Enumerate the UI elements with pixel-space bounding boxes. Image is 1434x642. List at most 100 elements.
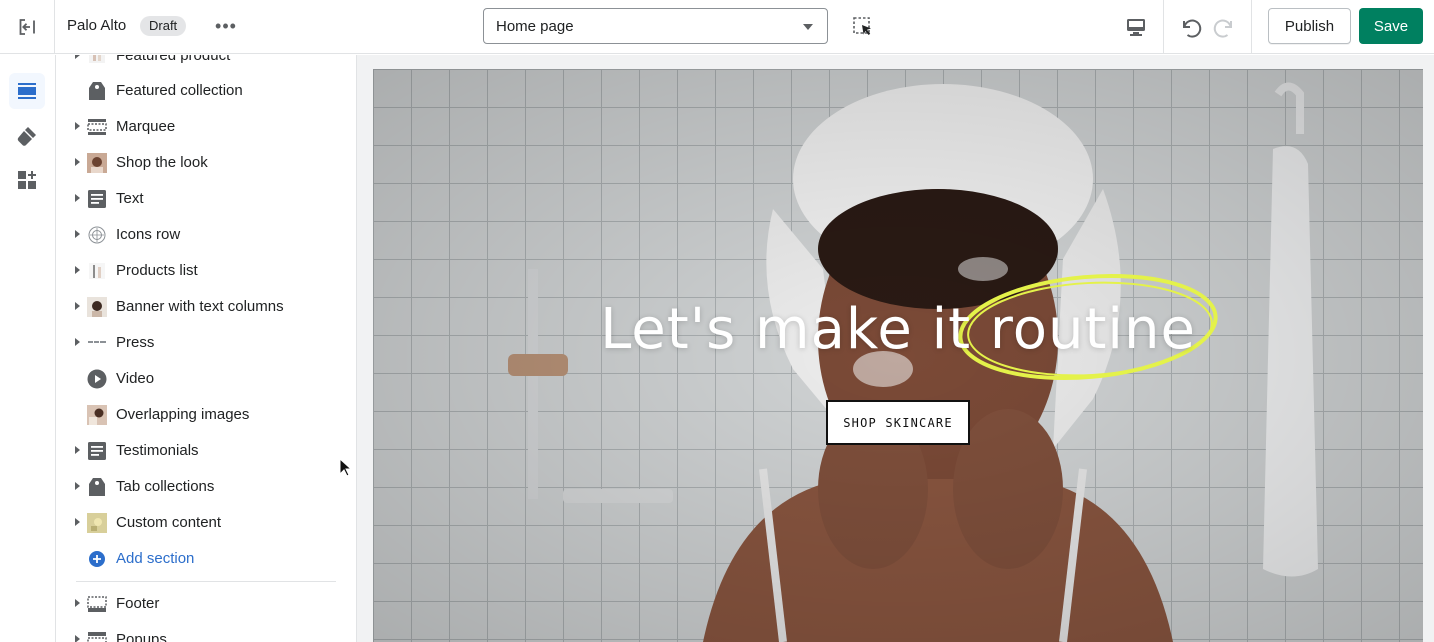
more-icon: ••• <box>215 15 237 36</box>
collection-tag-icon <box>89 82 105 100</box>
section-label: Featured collection <box>116 82 243 99</box>
section-label: Text <box>116 190 144 207</box>
page-selector-value: Home page <box>496 18 574 35</box>
toolbar-divider <box>1163 0 1164 54</box>
custom-content-thumbnail-icon <box>87 513 107 533</box>
inspector-button[interactable] <box>849 13 877 41</box>
expand-arrow-icon[interactable] <box>75 482 80 490</box>
section-label: Shop the look <box>116 154 208 171</box>
status-badge: Draft <box>140 16 187 36</box>
storefront-preview[interactable]: Let's make it routine SHOP SKINCARE <box>373 69 1423 642</box>
section-products-list[interactable]: Products list <box>56 253 356 289</box>
section-label: Marquee <box>116 118 176 135</box>
expand-arrow-icon[interactable] <box>75 338 80 346</box>
product-thumbnail-icon <box>89 55 105 63</box>
section-featured-product[interactable]: Featured product <box>56 55 356 74</box>
play-icon <box>87 369 107 389</box>
icons-row-icon <box>88 226 106 244</box>
section-overlapping-images[interactable]: Overlapping images <box>56 397 356 433</box>
expand-arrow-icon[interactable] <box>75 446 80 454</box>
section-tab-collections[interactable]: Tab collections <box>56 469 356 505</box>
section-label: Icons row <box>116 226 181 243</box>
section-testimonials[interactable]: Testimonials <box>56 433 356 469</box>
marquee-icon <box>87 119 107 135</box>
expand-arrow-icon[interactable] <box>75 55 80 59</box>
section-shop-the-look[interactable]: Shop the look <box>56 145 356 181</box>
section-label: Featured product <box>116 55 231 64</box>
section-custom-content[interactable]: Custom content <box>56 505 356 541</box>
desktop-icon <box>1127 19 1145 36</box>
section-icons-row[interactable]: Icons row <box>56 217 356 253</box>
desktop-preview-button[interactable] <box>1121 12 1151 42</box>
save-button[interactable]: Save <box>1359 8 1423 44</box>
theme-settings-icon <box>17 127 36 146</box>
section-label: Products list <box>116 262 198 279</box>
redo-icon <box>1213 19 1232 38</box>
section-label: Press <box>116 334 155 351</box>
top-bar: Palo Alto Draft ••• Home page Publish Sa… <box>0 0 1434 54</box>
text-block-icon <box>88 442 106 460</box>
expand-arrow-icon[interactable] <box>75 599 80 607</box>
undo-button[interactable] <box>1175 12 1205 42</box>
sections-panel: Featured product Featured collection Mar… <box>56 55 357 642</box>
popups-icon <box>87 632 107 642</box>
redo-button[interactable] <box>1210 12 1240 42</box>
expand-arrow-icon[interactable] <box>75 194 80 202</box>
expand-arrow-icon[interactable] <box>75 266 80 274</box>
section-video[interactable]: Video <box>56 361 356 397</box>
text-block-icon <box>88 190 106 208</box>
preview-area: Let's make it routine SHOP SKINCARE <box>357 55 1434 642</box>
undo-icon <box>1183 19 1202 38</box>
more-actions-button[interactable]: ••• <box>211 14 241 38</box>
toolbar-divider <box>1251 0 1252 54</box>
shop-skincare-button[interactable]: SHOP SKINCARE <box>826 400 970 445</box>
section-label: Custom content <box>116 514 222 531</box>
sections-icon <box>18 83 36 99</box>
section-press[interactable]: Press <box>56 325 356 361</box>
expand-arrow-icon[interactable] <box>75 158 80 166</box>
section-text[interactable]: Text <box>56 181 356 217</box>
mouse-cursor-icon <box>339 458 353 477</box>
hero-heading: Let's make it routine <box>600 297 1196 362</box>
section-label: Tab collections <box>116 478 215 495</box>
add-section-label: Add section <box>116 550 195 567</box>
products-thumbnail-icon <box>89 263 105 279</box>
collection-tag-icon <box>89 478 105 496</box>
rail-sections-button[interactable] <box>9 73 45 109</box>
store-name: Palo Alto <box>67 17 127 34</box>
exit-icon <box>19 19 35 35</box>
section-marquee[interactable]: Marquee <box>56 109 356 145</box>
section-label: Video <box>116 370 155 387</box>
page-selector[interactable]: Home page <box>483 8 828 44</box>
photo-thumbnail-icon <box>87 153 107 173</box>
caret-down-icon <box>803 24 813 30</box>
add-section-button[interactable]: Add section <box>56 541 356 577</box>
section-label: Footer <box>116 595 160 612</box>
section-featured-collection[interactable]: Featured collection <box>56 73 356 109</box>
expand-arrow-icon[interactable] <box>75 122 80 130</box>
apps-icon <box>18 171 36 189</box>
press-logos-icon <box>88 341 106 343</box>
footer-icon <box>87 596 107 612</box>
section-label: Testimonials <box>116 442 199 459</box>
section-footer[interactable]: Footer <box>56 586 356 622</box>
publish-button[interactable]: Publish <box>1268 8 1351 44</box>
rail-apps-button[interactable] <box>9 162 45 198</box>
plus-circle-icon <box>89 551 105 567</box>
expand-arrow-icon[interactable] <box>75 635 80 642</box>
section-popups[interactable]: Popups <box>56 622 356 642</box>
section-banner-with-text-columns[interactable]: Banner with text columns <box>56 289 356 325</box>
rail-theme-settings-button[interactable] <box>9 118 45 154</box>
section-label: Overlapping images <box>116 406 250 423</box>
section-group-divider <box>76 581 336 582</box>
expand-arrow-icon[interactable] <box>75 230 80 238</box>
editor-rail <box>0 55 56 642</box>
photo-thumbnail-icon <box>87 405 107 425</box>
photo-thumbnail-icon <box>87 297 107 317</box>
exit-editor-button[interactable] <box>0 0 55 54</box>
expand-arrow-icon[interactable] <box>75 302 80 310</box>
select-element-icon <box>853 17 871 35</box>
expand-arrow-icon[interactable] <box>75 518 80 526</box>
section-label: Popups <box>116 631 167 642</box>
section-label: Banner with text columns <box>116 298 284 315</box>
